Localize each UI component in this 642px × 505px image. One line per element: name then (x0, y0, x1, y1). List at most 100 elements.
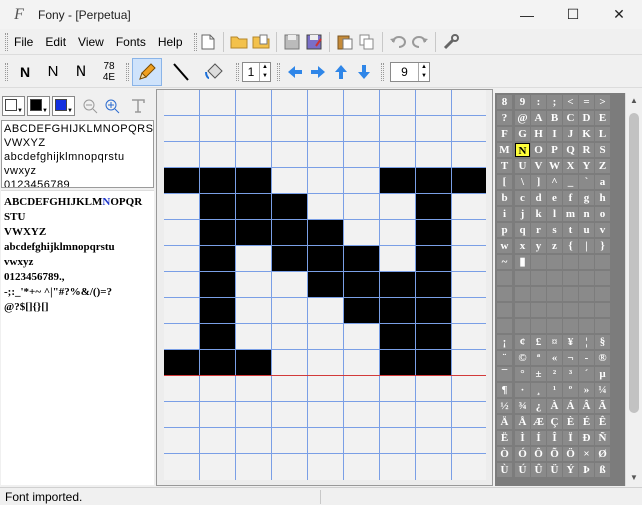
charmap-cell[interactable] (595, 303, 610, 317)
glyph-pixel-off[interactable] (308, 194, 344, 220)
charmap-cell[interactable]: g (579, 191, 594, 205)
settings-wrench-icon[interactable] (440, 31, 462, 53)
charmap-cell[interactable]: ® (595, 351, 610, 365)
charmap-cell[interactable]: C (563, 111, 578, 125)
charmap-cell[interactable]: ¬ (563, 351, 578, 365)
charmap-cell[interactable]: ¥ (563, 335, 578, 349)
charmap-cell[interactable]: À (547, 399, 562, 413)
glyph-pixel-off[interactable] (380, 376, 416, 402)
glyph-pixel-off[interactable] (308, 454, 344, 480)
glyph-pixel-off[interactable] (164, 246, 200, 272)
glyph-pixel-off[interactable] (236, 90, 272, 116)
charmap-cell[interactable]: ¨ (497, 351, 512, 365)
pen-size-spinner[interactable]: 1 ▲ ▼ (242, 61, 271, 82)
glyph-pixel-off[interactable] (452, 428, 486, 454)
glyph-pixel-on[interactable] (416, 220, 452, 246)
glyph-pixel-on[interactable] (380, 350, 416, 376)
glyph-pixel-on[interactable] (272, 220, 308, 246)
charmap-cell[interactable]: : (531, 95, 546, 109)
charmap-cell[interactable]: 9 (515, 95, 530, 109)
glyph-pixel-on[interactable] (164, 168, 200, 194)
glyph-pixel-on[interactable] (200, 324, 236, 350)
charmap-cell[interactable]: p (497, 223, 512, 237)
charmap-cell[interactable]: R (579, 143, 594, 157)
glyph-pixel-on[interactable] (236, 220, 272, 246)
zoom-out-button[interactable] (79, 95, 101, 117)
glyph-pixel-on[interactable] (200, 194, 236, 220)
charmap-cell[interactable]: Á (563, 399, 578, 413)
charmap-cell[interactable]: © (515, 351, 530, 365)
glyph-pixel-off[interactable] (272, 90, 308, 116)
charmap-cell[interactable]: w (497, 239, 512, 253)
glyph-pixel-off[interactable] (236, 376, 272, 402)
glyph-pixel-on[interactable] (344, 246, 380, 272)
charmap-cell[interactable]: Ò (497, 447, 512, 461)
glyph-pixel-on[interactable] (272, 246, 308, 272)
charmap-cell[interactable]: D (579, 111, 594, 125)
charmap-cell[interactable]: Ó (515, 447, 530, 461)
highlight-color-picker[interactable]: ▼ (52, 96, 75, 116)
undo-icon[interactable] (387, 31, 409, 53)
charmap-cell[interactable]: Å (515, 415, 530, 429)
charmap-cell[interactable]: · (515, 383, 530, 397)
glyph-pixel-on[interactable] (308, 246, 344, 272)
glyph-pixel-off[interactable] (344, 428, 380, 454)
charmap-cell[interactable] (515, 271, 530, 285)
glyph-pixel-off[interactable] (344, 350, 380, 376)
glyph-pixel-off[interactable] (416, 90, 452, 116)
charmap-cell[interactable]: y (531, 239, 546, 253)
glyph-pixel-on[interactable] (236, 194, 272, 220)
glyph-pixel-off[interactable] (416, 402, 452, 428)
charmap-cell[interactable]: J (563, 127, 578, 141)
charmap-cell[interactable]: ¢ (515, 335, 530, 349)
charmap-cell[interactable]: - (579, 351, 594, 365)
charmap-cell[interactable]: } (595, 239, 610, 253)
paste-icon[interactable] (334, 31, 356, 53)
glyph-pixel-on[interactable] (380, 298, 416, 324)
charmap-cell[interactable]: « (547, 351, 562, 365)
menu-fonts[interactable]: Fonts (110, 35, 152, 49)
glyph-pixel-off[interactable] (164, 454, 200, 480)
charmap-cell[interactable]: Ù (497, 463, 512, 477)
charmap-cell[interactable] (579, 287, 594, 301)
glyph-pixel-off[interactable] (452, 220, 486, 246)
glyph-pixel-off[interactable] (272, 298, 308, 324)
glyph-pixel-off[interactable] (380, 246, 416, 272)
charmap-cell[interactable] (595, 271, 610, 285)
glyph-pixel-off[interactable] (200, 142, 236, 168)
glyph-pixel-off[interactable] (452, 376, 486, 402)
glyph-pixel-off[interactable] (380, 116, 416, 142)
glyph-pixel-on[interactable] (200, 168, 236, 194)
charmap-cell[interactable]: Þ (579, 463, 594, 477)
charmap-cell[interactable]: X (563, 159, 578, 173)
glyph-pixel-off[interactable] (380, 142, 416, 168)
glyph-pixel-on[interactable] (416, 298, 452, 324)
copy-icon[interactable] (356, 31, 378, 53)
charmap-cell[interactable]: ` (579, 175, 594, 189)
charmap-cell[interactable]: Ö (563, 447, 578, 461)
charmap-cell[interactable]: a (595, 175, 610, 189)
charmap-cell[interactable]: @ (515, 111, 530, 125)
charmap-cell[interactable] (497, 271, 512, 285)
glyph-pixel-off[interactable] (452, 454, 486, 480)
charmap-cell[interactable]: ^ (547, 175, 562, 189)
glyph-pixel-on[interactable] (416, 350, 452, 376)
charmap-cell[interactable]: T (497, 159, 512, 173)
glyph-pixel-off[interactable] (164, 142, 200, 168)
glyph-pixel-on[interactable] (344, 272, 380, 298)
charmap-cell[interactable]: Y (579, 159, 594, 173)
glyph-pixel-on[interactable] (380, 168, 416, 194)
glyph-pixel-off[interactable] (308, 298, 344, 324)
pen-size-value[interactable]: 1 (243, 65, 259, 79)
charmap-cell[interactable]: Q (563, 143, 578, 157)
glyph-pixel-off[interactable] (452, 90, 486, 116)
charmap-cell[interactable]: ¦ (579, 335, 594, 349)
charmap-cell[interactable]: » (579, 383, 594, 397)
pencil-tool-button[interactable] (132, 57, 162, 86)
charmap-cell[interactable]: B (547, 111, 562, 125)
charmap-cell[interactable]: O (531, 143, 546, 157)
font-size-spinner[interactable]: 9 ▲ ▼ (390, 61, 430, 82)
glyph-pixel-off[interactable] (272, 116, 308, 142)
charmap-cell[interactable]: ¶ (497, 383, 512, 397)
charmap-cell[interactable]: u (579, 223, 594, 237)
